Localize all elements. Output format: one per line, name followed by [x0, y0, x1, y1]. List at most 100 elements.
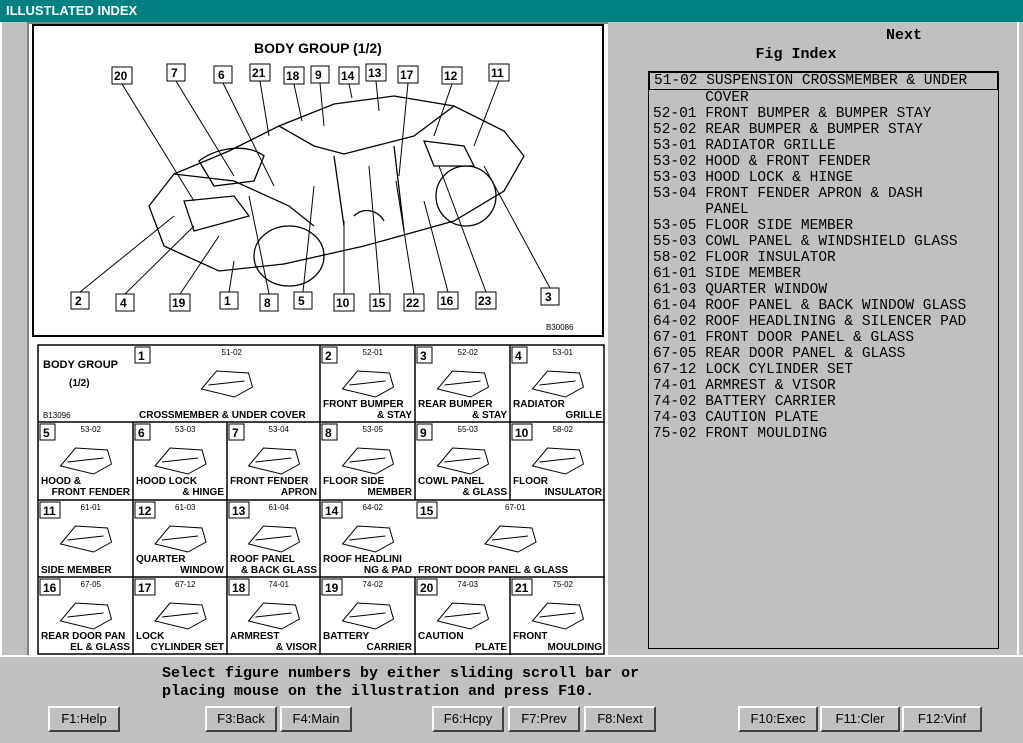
callout-11[interactable]: 11	[473, 63, 510, 147]
callout-6[interactable]: 6	[213, 65, 275, 187]
thumb-cell-8[interactable]: 8 53-05 FLOOR SIDEMEMBER	[321, 423, 413, 498]
callout-17[interactable]: 17	[397, 65, 419, 177]
fig-index-item[interactable]: 64-02 ROOF HEADLINING & SILENCER PAD	[649, 314, 998, 330]
callout-23[interactable]: 23	[438, 165, 497, 310]
svg-text:18: 18	[286, 69, 300, 83]
thumb-code: 53-04	[269, 425, 290, 434]
thumb-cell-5[interactable]: 5 53-02 HOOD &FRONT FENDER	[39, 423, 131, 498]
fig-index-item[interactable]: 52-02 REAR BUMPER & BUMPER STAY	[649, 122, 998, 138]
fig-index-item[interactable]: 61-01 SIDE MEMBER	[649, 266, 998, 282]
fig-index-item[interactable]: 75-02 FRONT MOULDING	[649, 426, 998, 442]
thumb-code: 61-03	[175, 503, 196, 512]
prev-button[interactable]: F7:Prev	[508, 706, 580, 732]
fig-index-item[interactable]: 61-04 ROOF PANEL & BACK WINDOW GLASS	[649, 298, 998, 314]
next-button[interactable]: F8:Next	[584, 706, 656, 732]
callout-12[interactable]: 12	[433, 66, 463, 137]
thumb-cell-6[interactable]: 6 53-03 HOOD LOCK& HINGE	[134, 423, 224, 498]
thumb-cell-13[interactable]: 13 61-04 ROOF PANEL& BACK GLASS	[228, 501, 317, 576]
callout-10[interactable]: 10	[333, 221, 355, 312]
fig-index-item[interactable]: 53-05 FLOOR SIDE MEMBER	[649, 218, 998, 234]
body-group-illustration[interactable]: BODY GROUP (1/2) 20 7 6 21 18 9 14 13 17	[32, 24, 604, 337]
thumb-cell-9[interactable]: 9 55-03 COWL PANEL& GLASS	[416, 423, 507, 498]
thumb-cell-12[interactable]: 12 61-03 QUARTERWINDOW	[134, 501, 225, 576]
thumb-cell-11[interactable]: 11 61-01 SIDE MEMBER	[39, 501, 112, 576]
fig-index-list[interactable]: 51-02 SUSPENSION CROSSMEMBER & UNDER COV…	[648, 71, 999, 649]
thumb-number: 1	[138, 349, 145, 363]
callout-14[interactable]: 14	[338, 66, 360, 99]
callout-13[interactable]: 13	[365, 63, 387, 112]
callout-20[interactable]: 20	[111, 66, 195, 202]
back-button[interactable]: F3:Back	[205, 706, 277, 732]
thumb-code: 67-12	[175, 580, 196, 589]
fig-index-item[interactable]: 55-03 COWL PANEL & WINDSHIELD GLASS	[649, 234, 998, 250]
fig-index-item[interactable]: 67-12 LOCK CYLINDER SET	[649, 362, 998, 378]
thumb-number: 20	[420, 581, 434, 595]
fig-index-item[interactable]: 74-01 ARMREST & VISOR	[649, 378, 998, 394]
callout-18[interactable]: 18	[283, 66, 305, 122]
next-label: Next	[885, 27, 922, 44]
thumb-cell-4[interactable]: 4 53-01 RADIATORGRILLE	[511, 346, 602, 421]
thumb-cell-17[interactable]: 17 67-12 LOCKCYLINDER SET	[134, 578, 224, 653]
thumb-cell-1[interactable]: 1 51-02 CROSSMEMBER & UNDER COVER	[134, 346, 306, 421]
main-button[interactable]: F4:Main	[280, 706, 352, 732]
thumb-cell-18[interactable]: 18 74-01 ARMREST& VISOR	[228, 578, 318, 653]
callout-3[interactable]: 3	[483, 165, 560, 306]
thumb-number: 3	[420, 349, 427, 363]
fig-index-item[interactable]: 67-01 FRONT DOOR PANEL & GLASS	[649, 330, 998, 346]
figure-thumbnail-grid[interactable]: BODY GROUP (1/2) B13096 1 51-02 CROSSMEMBE…	[37, 344, 606, 656]
fig-index-item[interactable]: 52-01 FRONT BUMPER & BUMPER STAY	[649, 106, 998, 122]
fig-index-item[interactable]: 53-02 HOOD & FRONT FENDER	[649, 154, 998, 170]
callout-8[interactable]: 8	[248, 195, 279, 312]
vinf-button[interactable]: F12:Vinf	[902, 706, 982, 732]
callout-5[interactable]: 5	[293, 185, 315, 310]
thumb-cell-20[interactable]: 20 74-03 CAUTION PLATE	[416, 578, 507, 653]
callout-19[interactable]: 19	[169, 235, 220, 312]
thumb-code: 67-05	[81, 580, 102, 589]
callout-21[interactable]: 21	[249, 63, 271, 137]
part-sketch	[531, 370, 585, 398]
fig-index-item[interactable]: PANEL	[649, 202, 998, 218]
fig-index-item[interactable]: 61-03 QUARTER WINDOW	[649, 282, 998, 298]
part-sketch	[436, 370, 490, 398]
thumb-cell-15[interactable]: 15 67-01 FRONT DOOR PANEL & GLASS	[416, 501, 569, 576]
thumb-cell-16[interactable]: 16 67-05 REAR DOOR PANEL & GLASS	[39, 578, 130, 653]
hardcopy-button[interactable]: F6:Hcpy	[432, 706, 504, 732]
fig-index-item[interactable]: 53-01 RADIATOR GRILLE	[649, 138, 998, 154]
fig-index-item[interactable]: 53-04 FRONT FENDER APRON & DASH	[649, 186, 998, 202]
part-sketch	[531, 447, 585, 475]
thumb-cell-2[interactable]: 2 52-01 FRONT BUMPER& STAY	[321, 346, 412, 421]
callout-9[interactable]: 9	[310, 65, 330, 127]
fig-index-item[interactable]: COVER	[649, 90, 998, 106]
thumb-label: QUARTER	[136, 554, 186, 565]
part-sketch	[247, 447, 301, 475]
callout-16[interactable]: 16	[423, 200, 459, 310]
fig-index-item[interactable]: 58-02 FLOOR INSULATOR	[649, 250, 998, 266]
thumb-cell-14[interactable]: 14 64-02 ROOF HEADLINING & PAD	[321, 501, 412, 576]
part-sketch	[59, 602, 113, 630]
fig-index-item[interactable]: 53-03 HOOD LOCK & HINGE	[649, 170, 998, 186]
thumb-cell-19[interactable]: 19 74-02 BATTERYCARRIER	[321, 578, 413, 653]
thumb-number: 13	[232, 504, 246, 518]
thumb-number: 8	[325, 426, 332, 440]
thumb-cell-7[interactable]: 7 53-04 FRONT FENDERAPRON	[228, 423, 317, 498]
callout-15[interactable]: 15	[368, 165, 391, 312]
svg-text:(1/2): (1/2)	[69, 378, 90, 389]
thumb-label: ROOF HEADLINI	[323, 554, 402, 565]
fig-index-item[interactable]: 74-03 CAUTION PLATE	[649, 410, 998, 426]
part-sketch	[341, 525, 395, 553]
exec-button[interactable]: F10:Exec	[738, 706, 818, 732]
thumb-cell-3[interactable]: 3 52-02 REAR BUMPER& STAY	[416, 346, 507, 421]
fig-index-item[interactable]: 67-05 REAR DOOR PANEL & GLASS	[649, 346, 998, 362]
thumb-label: LOCK	[136, 631, 165, 642]
help-button[interactable]: F1:Help	[48, 706, 120, 732]
thumb-code: 51-02	[222, 348, 243, 357]
thumb-cell-21[interactable]: 21 75-02 FRONTMOULDING	[511, 578, 602, 653]
callout-1[interactable]: 1	[219, 260, 239, 310]
svg-text:20: 20	[114, 69, 128, 83]
thumb-cell-10[interactable]: 10 58-02 FLOORINSULATOR	[511, 423, 603, 498]
fig-index-item[interactable]: 74-02 BATTERY CARRIER	[649, 394, 998, 410]
car-diagram[interactable]: BODY GROUP (1/2) 20 7 6 21 18 9 14 13 17	[34, 26, 602, 335]
fig-index-item[interactable]: 51-02 SUSPENSION CROSSMEMBER & UNDER	[649, 72, 998, 90]
thumb-label: FRONT	[513, 631, 547, 642]
clear-button[interactable]: F11:Cler	[820, 706, 900, 732]
